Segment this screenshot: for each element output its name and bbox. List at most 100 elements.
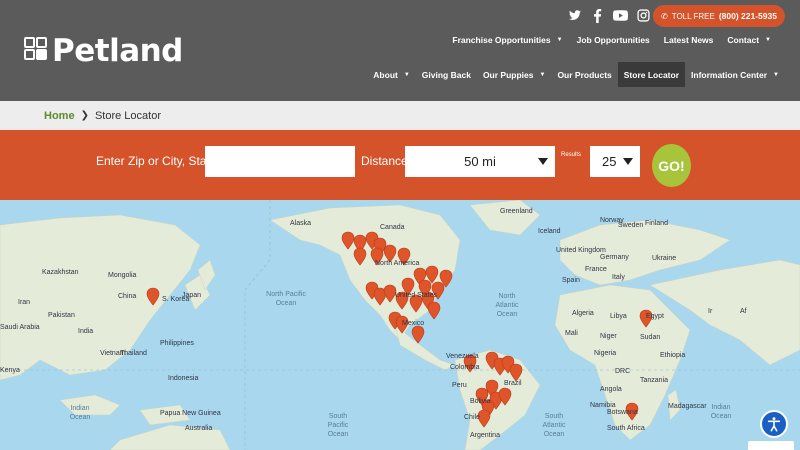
- map-label: Algeria: [572, 310, 594, 317]
- map-label: Italy: [612, 274, 625, 281]
- map-label: Namibia: [590, 402, 616, 409]
- distance-label: Distance: [361, 154, 408, 168]
- nav-latest-news[interactable]: Latest News: [657, 35, 721, 45]
- chevron-right-icon: ❯: [80, 110, 89, 121]
- map-label: Mongolia: [108, 272, 137, 279]
- map-label: France: [585, 266, 607, 273]
- map-label: Germany: [600, 254, 629, 261]
- map-label: United States: [395, 292, 438, 299]
- chevron-down-icon: ▼: [403, 71, 410, 78]
- map-label: Spain: [562, 277, 580, 284]
- breadcrumb-current: Store Locator: [94, 109, 161, 122]
- map-label: Af: [740, 308, 747, 315]
- ocean-label: Indian Ocean: [69, 405, 91, 421]
- nav-about[interactable]: About ▼: [367, 62, 416, 87]
- toll-free-number: (800) 221-5935: [718, 11, 777, 21]
- map-label: Egypt: [646, 313, 664, 320]
- go-button[interactable]: GO!: [652, 144, 691, 187]
- petland-logo-mark-icon: [24, 37, 50, 65]
- map-label: Sweden: [618, 222, 644, 229]
- dropdown-arrow-icon: [623, 158, 633, 165]
- nav-our-products[interactable]: Our Products: [551, 62, 617, 87]
- nav-job-opportunities[interactable]: Job Opportunities: [570, 35, 657, 45]
- map-label: Chile: [464, 414, 480, 421]
- map-label: Brazil: [504, 380, 522, 387]
- map-label: Papua New Guinea: [160, 410, 221, 417]
- breadcrumb-home-link[interactable]: Home: [44, 110, 75, 122]
- distance-value: 50 mi: [464, 154, 496, 169]
- map-label: Philippines: [160, 340, 194, 347]
- map-label: Mexico: [402, 320, 425, 327]
- nav-franchise-opportunities[interactable]: Franchise Opportunities ▼: [445, 35, 569, 45]
- nav-information-center[interactable]: Information Center ▼: [685, 62, 785, 87]
- nav-giving-back[interactable]: Giving Back: [416, 62, 477, 87]
- map-label: Bolivia: [470, 398, 491, 405]
- map-label: Alaska: [290, 220, 312, 227]
- map-label: Iran: [18, 299, 31, 306]
- instagram-icon[interactable]: [636, 9, 651, 24]
- zip-city-input[interactable]: [205, 146, 355, 177]
- world-map-land: [0, 200, 800, 450]
- map-label: DRC: [615, 368, 631, 375]
- dropdown-arrow-icon: [538, 158, 548, 165]
- logo-wordmark: Petland: [52, 33, 183, 69]
- map-label: Saudi Arabia: [0, 324, 40, 331]
- map-label: Australia: [185, 425, 213, 432]
- map-label: South Africa: [607, 425, 645, 432]
- map-label: North America: [375, 260, 420, 267]
- zip-label: Enter Zip or City, State: [96, 154, 217, 168]
- twitter-icon[interactable]: [567, 9, 582, 24]
- map-label: Sudan: [640, 334, 661, 341]
- map-label: Indonesia: [168, 375, 199, 382]
- map-label: Kenya: [0, 367, 20, 374]
- youtube-icon[interactable]: [613, 9, 628, 24]
- map-label: Pakistan: [48, 312, 75, 319]
- petland-logo[interactable]: Petland: [24, 33, 183, 69]
- results-label: Results: [561, 152, 582, 158]
- breadcrumb: Home ❯ Store Locator: [0, 101, 800, 130]
- chevron-down-icon: ▼: [773, 71, 779, 78]
- map-label: S. Korea: [162, 296, 190, 303]
- map-label: Peru: [452, 382, 467, 389]
- nav-store-locator[interactable]: Store Locator: [617, 62, 686, 87]
- map-label: Kazakhstan: [42, 269, 79, 276]
- chevron-down-icon: ▼: [765, 37, 771, 43]
- accessibility-icon[interactable]: [760, 410, 788, 438]
- nav-our-puppies[interactable]: Our Puppies ▼: [477, 62, 552, 87]
- map-label: Venezuela: [446, 353, 479, 360]
- map-label: Mali: [565, 330, 578, 337]
- secondary-nav: Franchise Opportunities ▼ Job Opportuniti…: [445, 35, 778, 45]
- chevron-down-icon: ▼: [556, 37, 563, 43]
- map-label: Tanzania: [640, 377, 669, 384]
- store-search-bar: Enter Zip or City, State Distance 50 mi …: [0, 130, 800, 200]
- map-label: Ir: [708, 308, 713, 315]
- map-label: Argentina: [470, 432, 500, 439]
- map-label: China: [118, 293, 137, 300]
- nav-contact[interactable]: Contact ▼: [720, 35, 778, 45]
- map-label: Niger: [600, 333, 617, 340]
- map-label: Ethiopia: [660, 352, 686, 359]
- ocean-label: North Pacific Ocean: [266, 291, 306, 307]
- store-map[interactable]: Kazakhstan Mongolia China Japan S. Korea…: [0, 200, 800, 450]
- map-label: United Kingdom: [556, 247, 606, 254]
- ocean-label: Indian Ocean: [710, 404, 732, 420]
- distance-select[interactable]: 50 mi: [405, 146, 555, 177]
- toll-free-button[interactable]: ✆ TOLL FREE (800) 221-5935: [653, 5, 785, 27]
- map-label: Canada: [380, 224, 405, 231]
- site-header: Petland ✆ TOLL FREE (800) 221-5935 Franc…: [0, 0, 800, 101]
- map-label: India: [78, 328, 94, 335]
- results-select[interactable]: 25: [590, 146, 640, 177]
- ocean-label: South Atlantic Ocean: [542, 413, 566, 438]
- map-label: Libya: [610, 313, 627, 320]
- map-label: Iceland: [538, 228, 561, 235]
- ocean-label: South Pacific Ocean: [327, 413, 349, 438]
- map-label: Ukraine: [652, 255, 677, 262]
- map-label: Madagascar: [668, 403, 707, 410]
- results-value: 25: [602, 154, 617, 169]
- social-links: [567, 9, 651, 24]
- map-controls[interactable]: [748, 441, 794, 450]
- facebook-icon[interactable]: [590, 9, 605, 24]
- map-label: Nigeria: [594, 350, 617, 357]
- toll-free-label: TOLL FREE: [671, 11, 715, 21]
- phone-icon: ✆: [661, 11, 668, 21]
